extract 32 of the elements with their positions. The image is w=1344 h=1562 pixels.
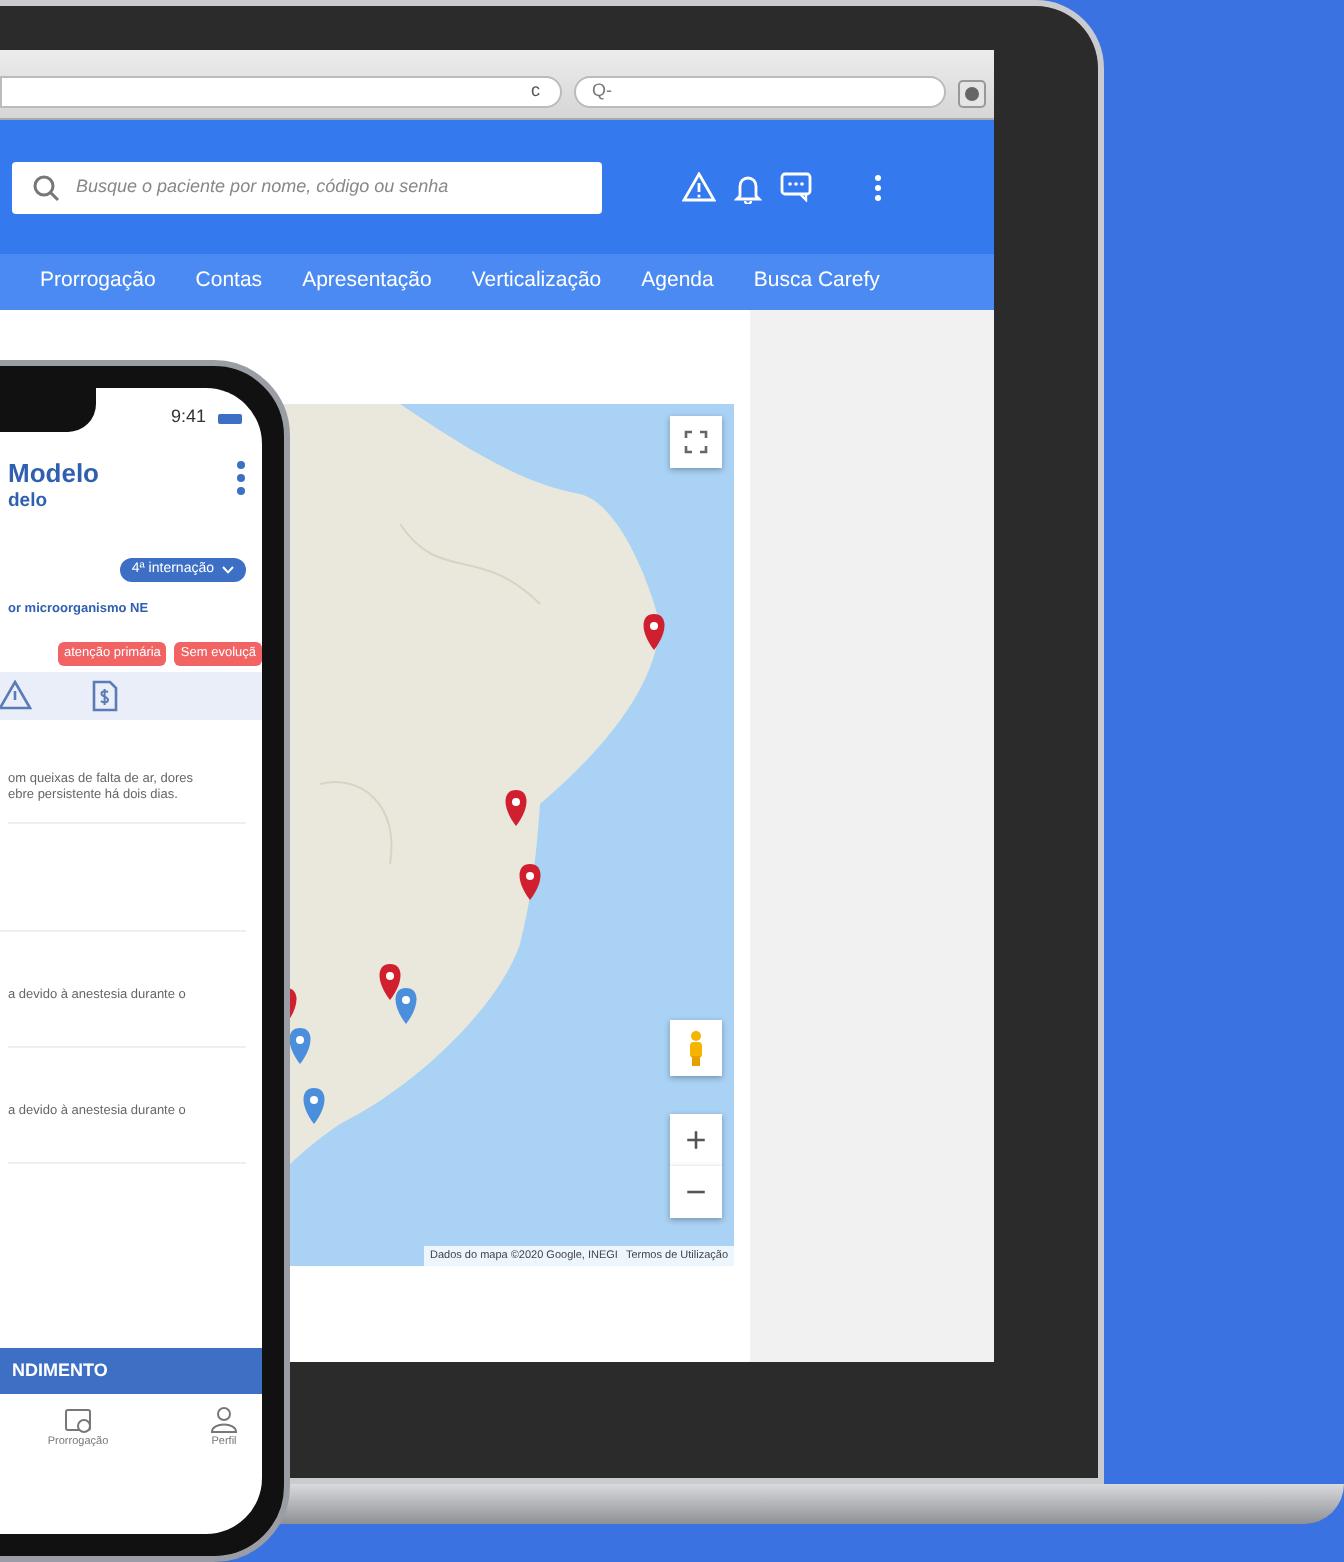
zoom-in-button[interactable]: + [670, 1114, 722, 1166]
calendar-icon[interactable] [64, 1406, 92, 1435]
settings-icon[interactable] [958, 80, 986, 108]
nav-link[interactable]: Contas [195, 266, 263, 298]
caret-icon [222, 565, 234, 574]
search-icon [32, 173, 60, 201]
person-figure-icon [686, 1030, 706, 1066]
nav-link[interactable]: Busca Carefy [753, 266, 880, 298]
browser-search-field[interactable]: Q- [574, 76, 946, 108]
patient-name: Modelo [8, 460, 99, 489]
section-bar: NDIMENTO [0, 1347, 262, 1395]
nav-link[interactable]: Apresentação [302, 266, 432, 298]
bell-icon[interactable] [734, 171, 762, 203]
fullscreen-icon [684, 430, 708, 454]
street-view-button[interactable] [670, 1020, 722, 1076]
patient-subtitle: delo [8, 488, 50, 517]
kebab-menu-icon[interactable] [874, 173, 882, 201]
zoom-out-button[interactable]: − [670, 1166, 722, 1218]
kebab-menu-icon[interactable] [236, 460, 246, 496]
fullscreen-button[interactable] [670, 416, 722, 468]
nav-link[interactable]: Prorrogação [40, 266, 156, 298]
address-bar[interactable]: c [0, 76, 562, 108]
invoice-icon[interactable] [92, 679, 118, 712]
chat-icon[interactable] [780, 172, 812, 202]
nav-link[interactable]: Verticalização [471, 266, 602, 298]
nav-link[interactable]: Agenda [641, 266, 714, 298]
status-time: 9:41 [170, 404, 206, 431]
search-field[interactable]: Busque o paciente por nome, código ou senha [12, 161, 602, 213]
reload-button[interactable]: c [531, 78, 540, 106]
person-icon[interactable] [210, 1406, 238, 1435]
battery-icon [218, 413, 242, 423]
warning-icon[interactable] [0, 679, 32, 710]
